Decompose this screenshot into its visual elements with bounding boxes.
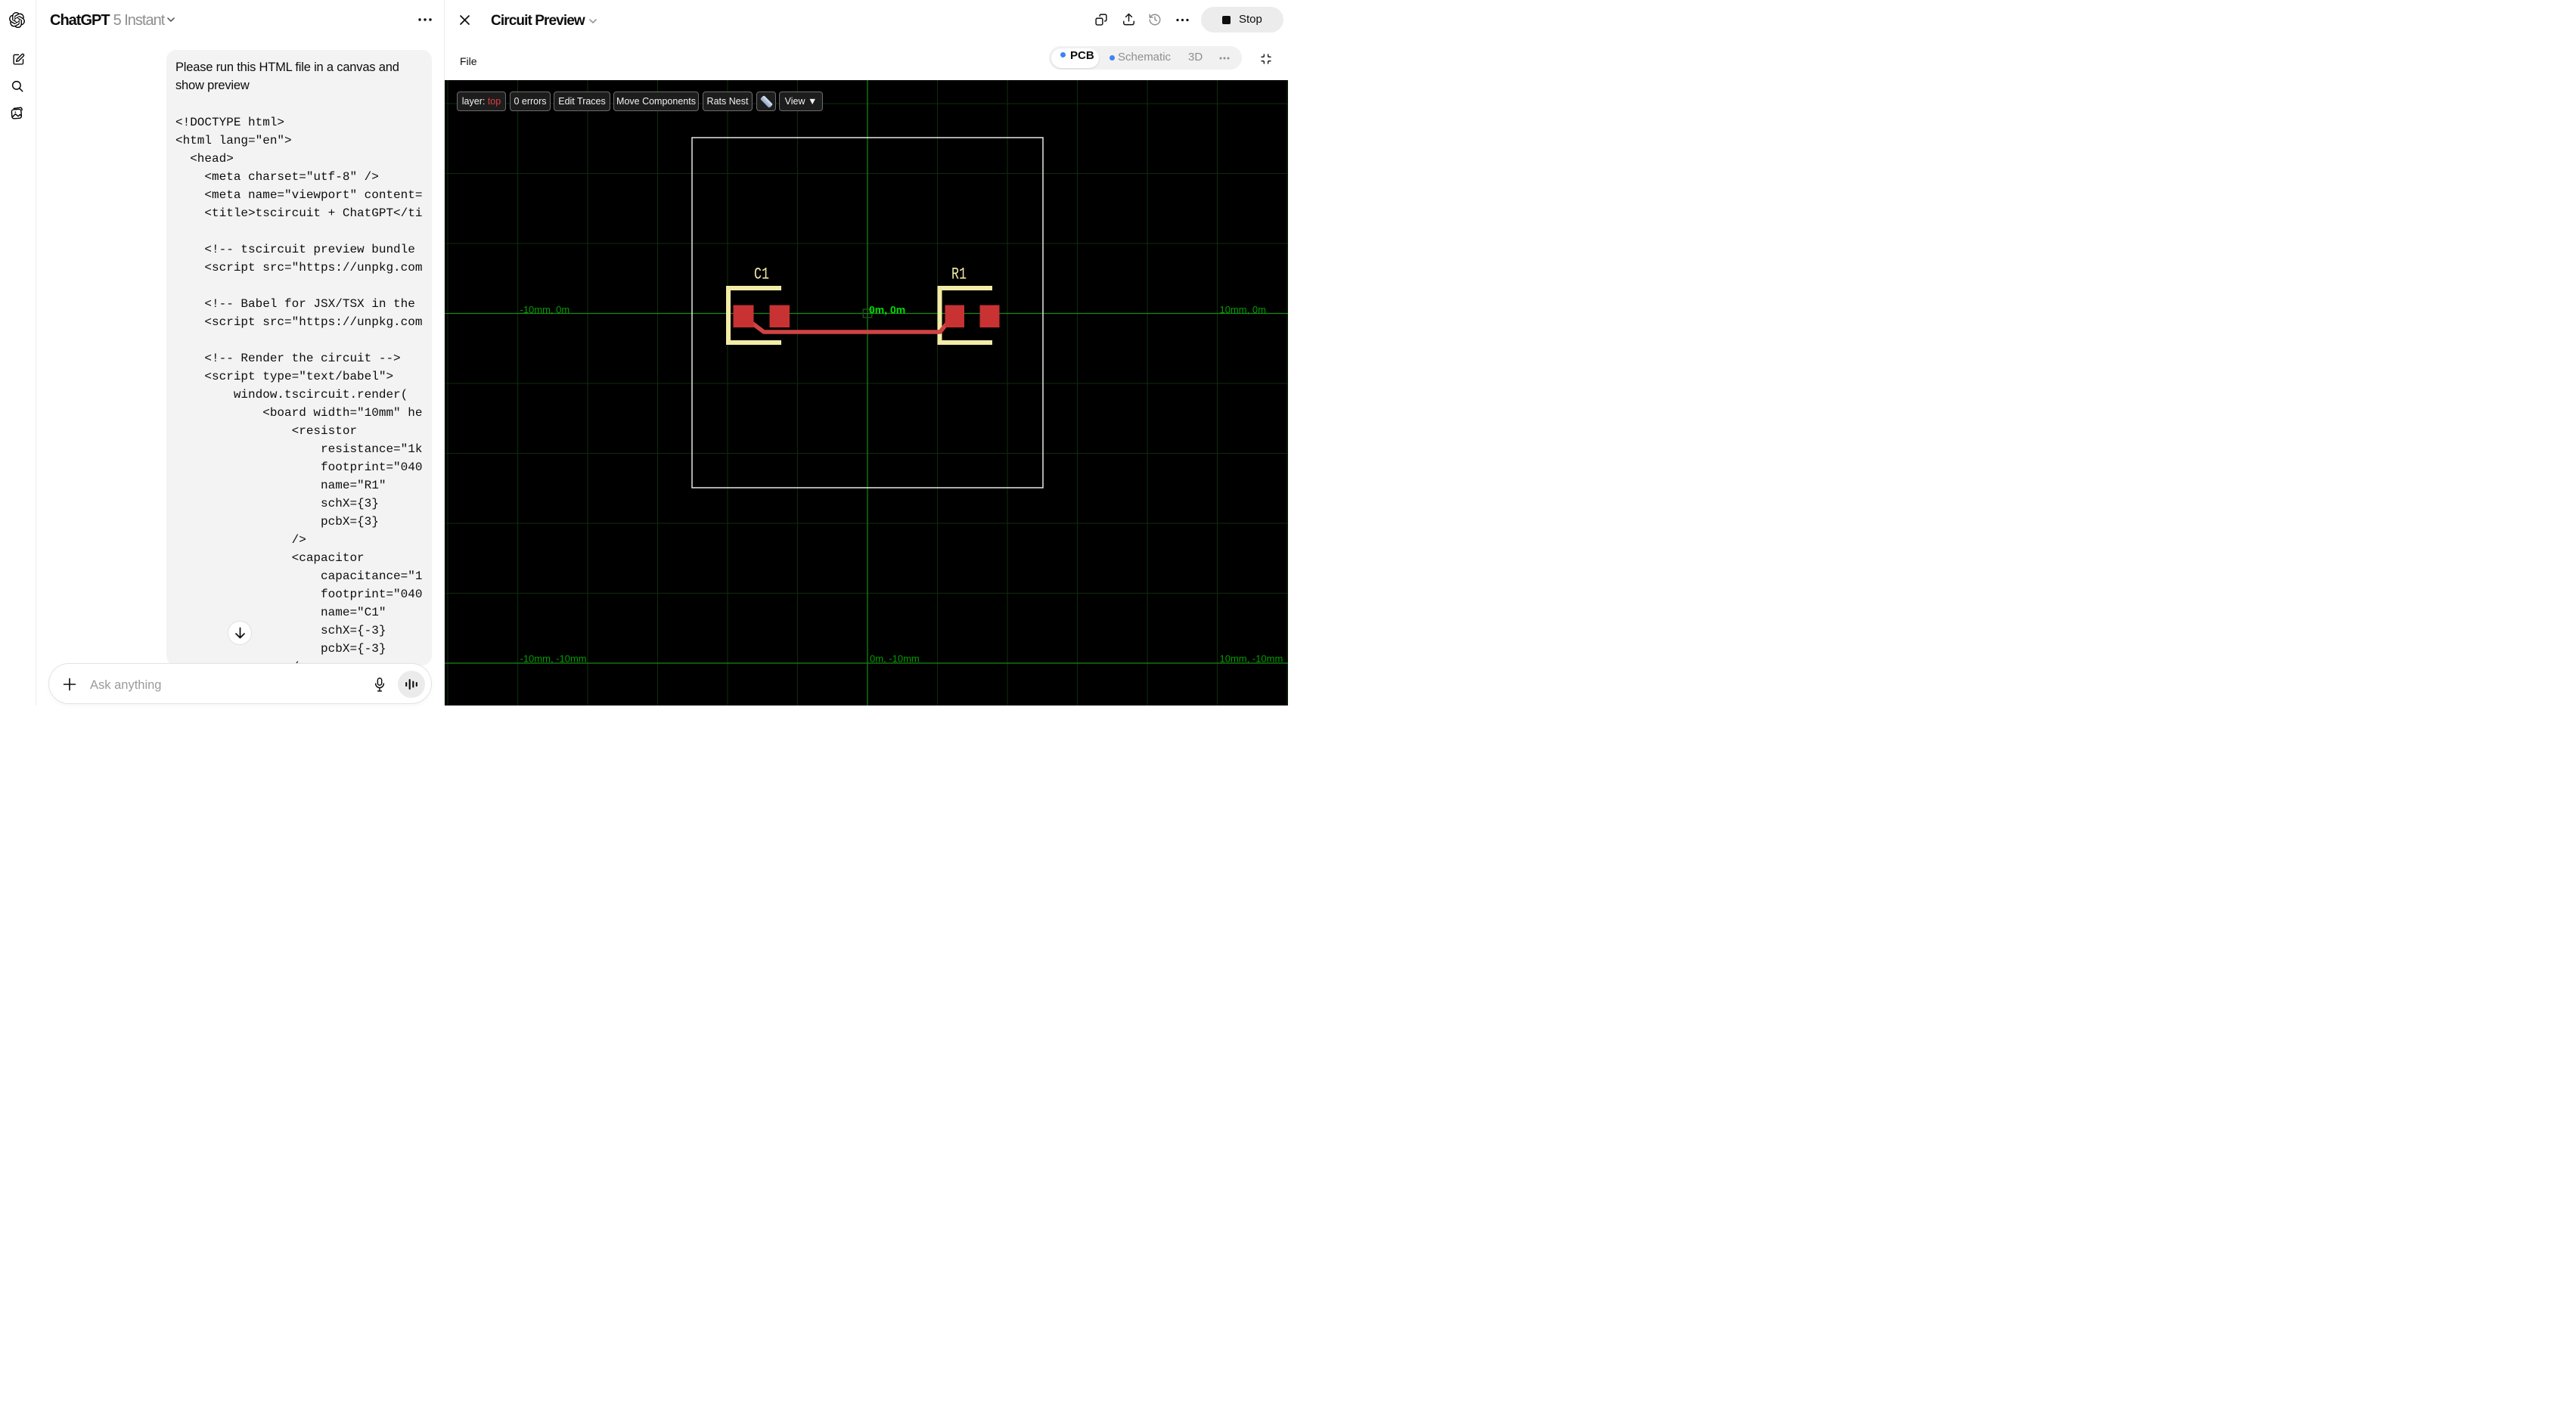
svg-text:0m, 0m: 0m, 0m [869, 304, 905, 316]
svg-text:-10mm, 0m: -10mm, 0m [520, 304, 570, 315]
svg-text:0m, -10mm: 0m, -10mm [870, 653, 920, 665]
svg-text:10mm, 0m: 10mm, 0m [1220, 304, 1266, 315]
svg-text:-10mm, -10mm: -10mm, -10mm [520, 653, 587, 665]
svg-text:R1: R1 [951, 265, 967, 284]
svg-text:C1: C1 [754, 265, 769, 284]
svg-text:10mm, -10mm: 10mm, -10mm [1220, 653, 1283, 665]
